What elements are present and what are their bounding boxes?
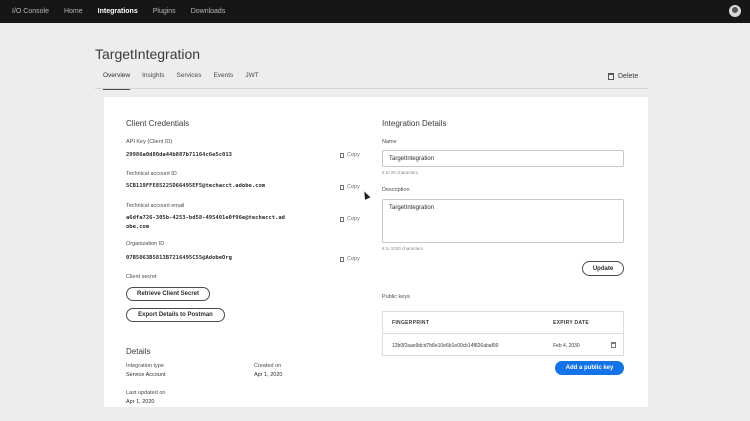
copy-icon [340,256,344,262]
description-textarea[interactable]: TargetIntegration [382,199,624,243]
copy-icon [340,216,344,222]
copy-label: Copy [347,216,360,222]
copy-api-key-button[interactable]: Copy [340,152,360,158]
details-title: Details [126,347,151,356]
client-credentials-title: Client Credentials [126,119,190,128]
org-id-label: Organization ID [126,241,165,247]
copy-org-id-button[interactable]: Copy [340,256,360,262]
tech-account-email-value: a6dfa726-305b-4253-bd58-495401e0f96e@tec… [126,215,285,221]
page-title: TargetIntegration [95,46,201,62]
add-public-key-button[interactable]: Add a public key [555,361,624,375]
org-id-value: 07B5063B5813B7216495C55@AdobeOrg [126,255,232,261]
name-input[interactable]: TargetIntegration [382,150,624,167]
delete-label: Delete [618,73,639,80]
table-header: FINGERPRINT EXPIRY DATE [383,312,623,334]
avatar[interactable] [729,5,741,17]
nav-home[interactable]: Home [64,8,83,15]
created-on-label: Created on [254,363,282,369]
description-label: Description [382,187,410,193]
copy-label: Copy [347,184,360,190]
col-expiry-date: EXPIRY DATE [553,320,589,326]
trash-icon[interactable] [611,342,616,348]
top-nav: I/O Console Home Integrations Plugins Do… [0,0,750,23]
copy-label: Copy [347,152,360,158]
name-label: Name [382,139,397,145]
copy-tech-email-button[interactable]: Copy [340,216,360,222]
copy-icon [340,152,344,158]
public-keys-table: FINGERPRINT EXPIRY DATE 12b0f2aae9dcd7b8… [382,311,624,356]
update-button[interactable]: Update [582,261,624,276]
nav-plugins[interactable]: Plugins [153,8,176,15]
name-hint: 6 to 25 characters [382,170,419,175]
nav-downloads[interactable]: Downloads [191,8,226,15]
tech-account-id-value: 5CB119FFE85225D66495EF5@techacct.adobe.c… [126,183,266,189]
copy-label: Copy [347,256,360,262]
api-key-label: API Key (Client ID) [126,139,173,145]
overview-card: Client Credentials API Key (Client ID) 2… [104,97,648,407]
trash-icon [608,73,614,80]
created-on-value: Apr 1, 2020 [254,372,283,378]
tabs-divider [95,88,648,89]
integration-details-title: Integration Details [382,119,447,128]
public-keys-label: Public keys [382,294,410,300]
delete-button[interactable]: Delete [608,73,638,80]
export-postman-button[interactable]: Export Details to Postman [126,308,225,322]
integration-type-value: Service Account [126,372,166,378]
description-hint: 6 to 1000 characters [382,246,424,251]
integration-type-label: Integration type [126,363,164,369]
last-updated-value: Apr 1, 2020 [126,399,155,405]
col-fingerprint: FINGERPRINT [392,320,430,326]
nav-integrations[interactable]: Integrations [98,8,138,15]
nav-brand[interactable]: I/O Console [12,8,49,15]
tech-account-id-label: Technical account ID [126,171,177,177]
client-secret-label: Client secret [126,274,157,280]
fingerprint-value: 12b0f2aae9dcd7b8e10e6b1e00cb14f826abaf90 [392,343,499,349]
retrieve-client-secret-button[interactable]: Retrieve Client Secret [126,287,210,301]
copy-icon [340,184,344,190]
api-key-value: 29986a0d80da44b887b71164c6e5c013 [126,152,232,158]
expiry-value: Feb 4, 2030 [553,343,580,349]
copy-tech-id-button[interactable]: Copy [340,184,360,190]
tech-account-email-label: Technical account email [126,203,185,209]
last-updated-label: Last updated on [126,390,166,396]
tech-account-email-value-cont: obe.com [126,224,150,230]
